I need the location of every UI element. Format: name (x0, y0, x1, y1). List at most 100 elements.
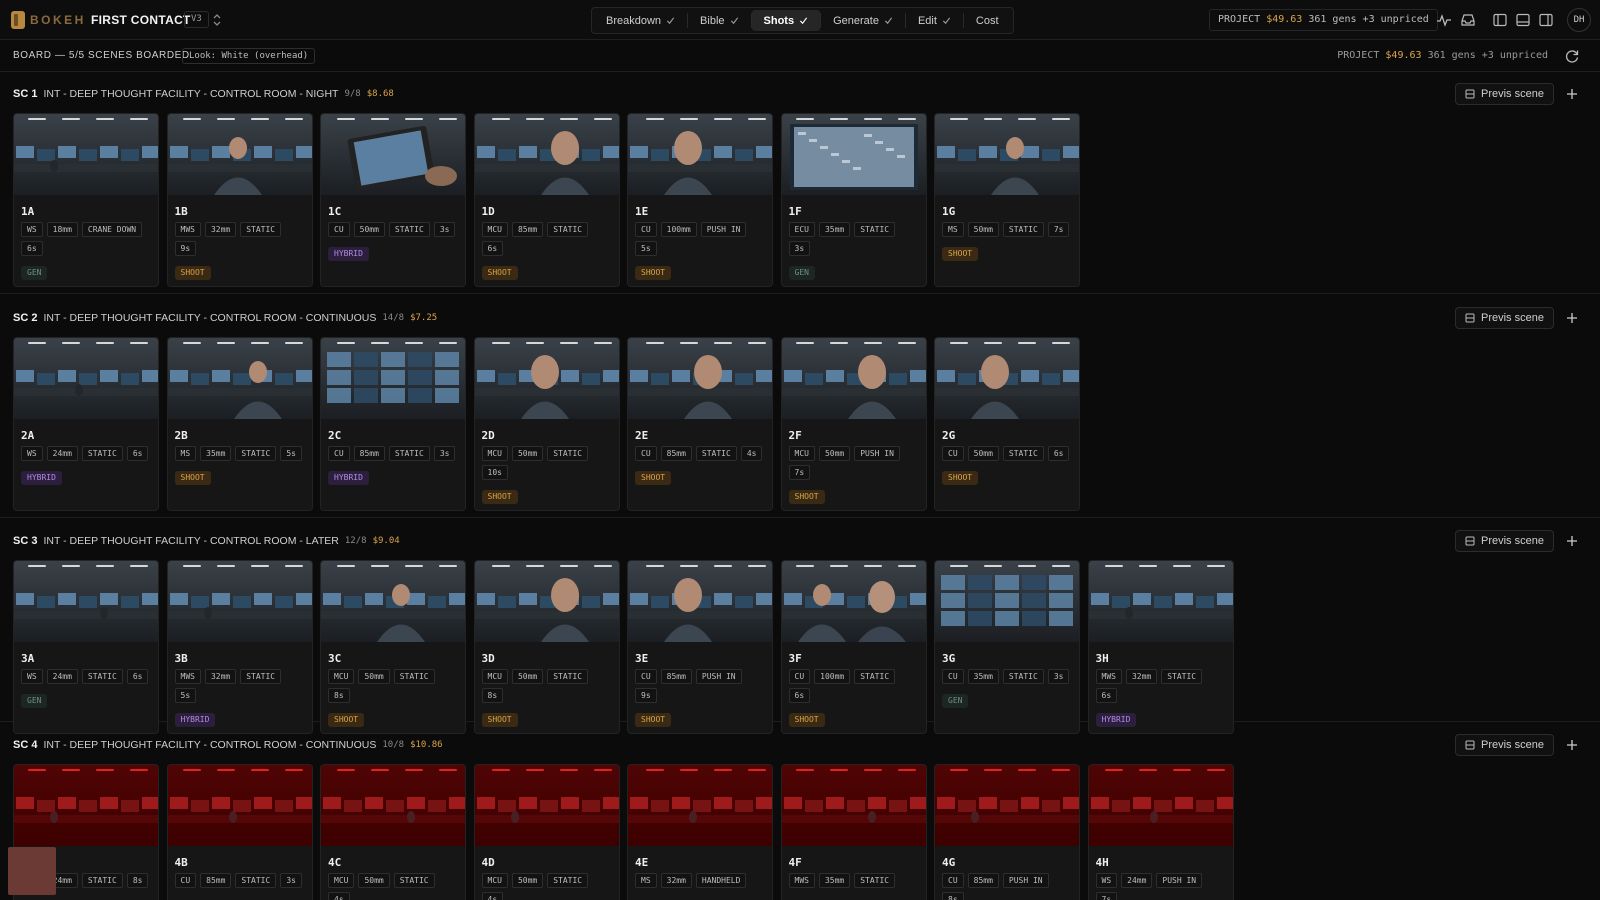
activity-icon[interactable] (1436, 12, 1452, 28)
shot-status-badge[interactable]: GEN (942, 694, 969, 708)
tab-generate[interactable]: Generate (821, 10, 905, 31)
shot-thumbnail[interactable] (474, 114, 619, 195)
shot-card[interactable]: 2E CU 85mm STATIC 4s SHOOT (627, 337, 773, 511)
shot-thumbnail[interactable] (167, 338, 312, 419)
shot-status-badge[interactable]: HYBRID (21, 471, 62, 485)
shot-card[interactable]: 3E CU 85mm PUSH IN 9s SHOOT (627, 560, 773, 734)
version-badge[interactable]: V3 (184, 11, 209, 28)
shot-thumbnail[interactable] (321, 561, 465, 642)
previs-scene-button[interactable]: Previs scene (1455, 734, 1554, 756)
shot-status-badge[interactable]: SHOOT (635, 266, 672, 280)
shot-card[interactable]: 4G CU 85mm PUSH IN 8s (934, 764, 1080, 900)
shot-thumbnail[interactable] (321, 765, 465, 846)
add-shot-icon[interactable] (1564, 533, 1580, 549)
shot-status-badge[interactable]: SHOOT (635, 713, 672, 727)
add-shot-icon[interactable] (1564, 86, 1580, 102)
shot-status-badge[interactable]: SHOOT (174, 471, 211, 485)
scene-heading[interactable]: SC 1 INT - DEEP THOUGHT FACILITY - CONTR… (13, 84, 394, 104)
shot-thumbnail[interactable] (1088, 765, 1233, 846)
shot-card[interactable]: 2B MS 35mm STATIC 5s SHOOT (166, 337, 313, 511)
shot-thumbnail[interactable] (14, 765, 158, 846)
shot-card[interactable]: 1C CU 50mm STATIC 3s HYBRID (320, 113, 466, 287)
shot-thumbnail[interactable] (781, 114, 926, 195)
shot-status-badge[interactable]: SHOOT (942, 471, 979, 485)
shot-status-badge[interactable]: SHOOT (481, 266, 518, 280)
shot-status-badge[interactable]: HYBRID (1095, 713, 1137, 727)
scene-heading[interactable]: SC 2 INT - DEEP THOUGHT FACILITY - CONTR… (13, 308, 437, 328)
shot-thumbnail[interactable] (781, 561, 926, 642)
previs-scene-button[interactable]: Previs scene (1455, 530, 1554, 552)
shot-thumbnail[interactable] (935, 338, 1079, 419)
shot-thumbnail[interactable] (628, 338, 772, 419)
user-avatar[interactable]: DH (1567, 8, 1591, 32)
shot-status-badge[interactable]: GEN (21, 266, 48, 280)
shot-card[interactable]: 4E MS 32mm HANDHELD (627, 764, 773, 900)
shot-card[interactable]: 2F MCU 50mm PUSH IN 7s SHOOT (780, 337, 927, 511)
shot-thumbnail[interactable] (935, 561, 1079, 642)
shot-status-badge[interactable]: GEN (21, 694, 48, 708)
shot-card[interactable]: 3B MWS 32mm STATIC 5s HYBRID (166, 560, 313, 734)
previs-scene-button[interactable]: Previs scene (1455, 307, 1554, 329)
shot-status-badge[interactable]: SHOOT (174, 266, 211, 280)
shot-thumbnail[interactable] (935, 114, 1079, 195)
tab-edit[interactable]: Edit (906, 10, 963, 31)
shot-card[interactable]: 2G CU 50mm STATIC 6s SHOOT (934, 337, 1080, 511)
shot-card[interactable]: 3C MCU 50mm STATIC 8s SHOOT (320, 560, 466, 734)
previs-scene-button[interactable]: Previs scene (1455, 83, 1554, 105)
tab-cost[interactable]: Cost (964, 10, 1011, 31)
shot-thumbnail[interactable] (14, 561, 158, 642)
shot-card[interactable]: 4C MCU 50mm STATIC 4s (320, 764, 466, 900)
shot-card[interactable]: 1F ECU 35mm STATIC 3s GEN (780, 113, 927, 287)
shot-card[interactable]: 1E CU 100mm PUSH IN 5s SHOOT (627, 113, 773, 287)
shot-thumbnail[interactable] (781, 765, 926, 846)
bokeh-logo-icon[interactable] (10, 10, 26, 30)
shot-thumbnail[interactable] (628, 765, 772, 846)
shot-status-badge[interactable]: SHOOT (788, 713, 825, 727)
shot-thumbnail[interactable] (167, 114, 312, 195)
tab-shots[interactable]: Shots (751, 10, 821, 31)
shot-status-badge[interactable]: SHOOT (942, 247, 979, 261)
shot-card[interactable]: 4B CU 85mm STATIC 3s (166, 764, 313, 900)
shot-status-badge[interactable]: SHOOT (328, 713, 365, 727)
shot-status-badge[interactable]: SHOOT (788, 490, 825, 504)
refresh-icon[interactable] (1564, 48, 1580, 64)
shot-status-badge[interactable]: SHOOT (481, 490, 518, 504)
shot-thumbnail[interactable] (474, 561, 619, 642)
add-shot-icon[interactable] (1564, 737, 1580, 753)
shot-card[interactable]: 3A WS 24mm STATIC 6s GEN (13, 560, 159, 734)
shot-thumbnail[interactable] (628, 114, 772, 195)
add-shot-icon[interactable] (1564, 310, 1580, 326)
shot-status-badge[interactable]: HYBRID (328, 471, 369, 485)
shot-thumbnail[interactable] (628, 561, 772, 642)
shot-card[interactable]: 2C CU 85mm STATIC 3s HYBRID (320, 337, 466, 511)
shot-thumbnail[interactable] (474, 338, 619, 419)
shot-status-badge[interactable]: HYBRID (174, 713, 216, 727)
shot-thumbnail[interactable] (1088, 561, 1233, 642)
tab-bible[interactable]: Bible (688, 10, 750, 31)
shot-card[interactable]: 2D MCU 50mm STATIC 10s SHOOT (473, 337, 620, 511)
shot-card[interactable]: 1A WS 18mm CRANE DOWN 6s GEN (13, 113, 159, 287)
shot-card[interactable]: 4F MWS 35mm STATIC (780, 764, 927, 900)
shot-thumbnail[interactable] (167, 561, 312, 642)
shot-card[interactable]: 3H MWS 32mm STATIC 6s HYBRID (1087, 560, 1234, 734)
project-title[interactable]: FIRST CONTACT (91, 13, 191, 27)
shot-thumbnail[interactable] (935, 765, 1079, 846)
panel-left-icon[interactable] (1492, 12, 1508, 28)
shot-card[interactable]: 3D MCU 50mm STATIC 8s SHOOT (473, 560, 620, 734)
panel-bottom-icon[interactable] (1515, 12, 1531, 28)
shot-card[interactable]: 4D MCU 50mm STATIC 4s (473, 764, 620, 900)
shot-thumbnail[interactable] (321, 338, 465, 419)
scene-heading[interactable]: SC 3 INT - DEEP THOUGHT FACILITY - CONTR… (13, 531, 400, 551)
shot-status-badge[interactable]: SHOOT (481, 713, 518, 727)
shot-thumbnail[interactable] (167, 765, 312, 846)
shot-card[interactable]: 4H WS 24mm PUSH IN 7s (1087, 764, 1234, 900)
shot-thumbnail[interactable] (14, 114, 158, 195)
shot-thumbnail[interactable] (474, 765, 619, 846)
shot-card[interactable]: 1G MS 50mm STATIC 7s SHOOT (934, 113, 1080, 287)
inbox-icon[interactable] (1460, 12, 1476, 28)
shot-status-badge[interactable]: GEN (788, 266, 815, 280)
scene-heading[interactable]: SC 4 INT - DEEP THOUGHT FACILITY - CONTR… (13, 735, 443, 755)
shot-card[interactable]: 1D MCU 85mm STATIC 6s SHOOT (473, 113, 620, 287)
project-cost-summary[interactable]: PROJECT $49.63 361 gens +3 unpriced (1209, 9, 1438, 31)
look-selector[interactable]: Look: White (overhead) (182, 48, 316, 64)
